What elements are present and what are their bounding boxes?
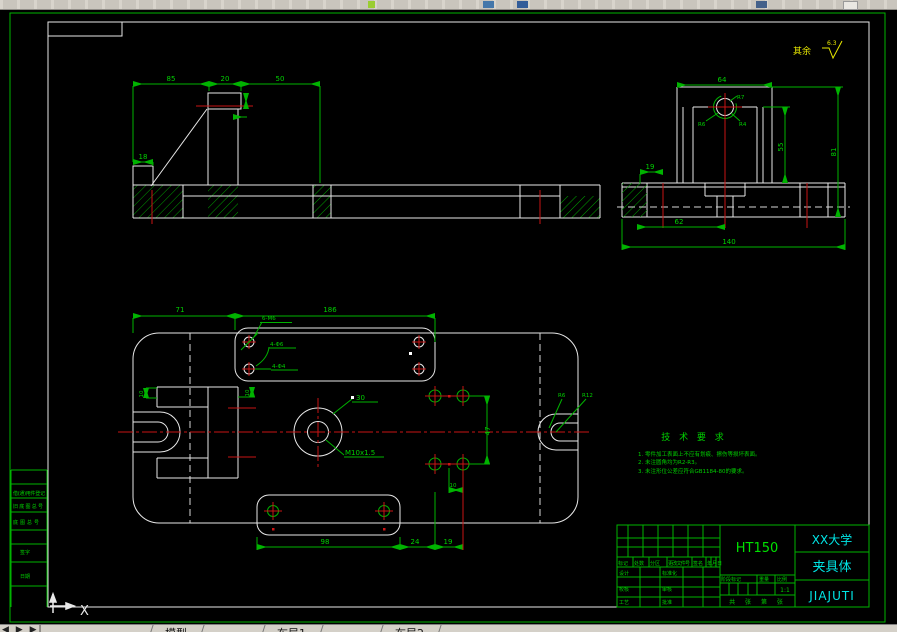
tech-req-item: 3. 未注形位公差应符合GB1184-80的要求。	[638, 467, 748, 475]
tech-requirements: 技 术 要 求 1. 零件加工表面上不应有划痕、擦伤等损坏表面。 2. 未注圆角…	[638, 431, 761, 475]
margin-row-label: 日期	[20, 574, 30, 580]
sheet-note: 共 张 第 张	[729, 598, 787, 606]
tab-layout2-label: 布局2	[395, 625, 424, 632]
role-label: 设计	[619, 570, 629, 577]
tab-layout2[interactable]: 布局2	[377, 625, 442, 632]
dim-50: 50	[276, 75, 285, 83]
tab-nav-arrows[interactable]: ◀ ▶ ▶|	[2, 625, 44, 632]
cad-window: 借(通)用件登记 旧底图总号 底图总号 签字 日期 其余 6.3 85 20 5…	[0, 0, 897, 632]
dim-10-block: 10	[245, 389, 251, 396]
margin-row-label: 借(通)用件登记	[13, 490, 45, 497]
dim-47: 47	[484, 427, 492, 436]
label-r6: R6	[558, 393, 566, 399]
label-r6: R6	[698, 122, 706, 128]
tech-req-item: 2. 未注圆角均为R2-R3。	[638, 458, 700, 466]
stage-header: 阶段标记	[721, 576, 741, 583]
surface-roughness-note: 其余 6.3	[793, 40, 843, 60]
rev-header: 标记	[618, 560, 628, 567]
tab-layout1-label: 布局1	[277, 625, 306, 632]
dim-20: 20	[221, 75, 230, 83]
label-r4: R4	[739, 122, 747, 128]
layout-tab-bar: ◀ ▶ ▶| 模型 布局1 布局2	[0, 624, 897, 632]
title-block: HT150 XX大学 夹具体 JIAJUTI 标记 处数 分区 更改文件号 签名…	[616, 524, 870, 608]
ucs-icon: X	[48, 591, 89, 619]
margin-table: 借(通)用件登记 旧底图总号 底图总号 签字 日期	[10, 469, 48, 607]
dim-18: 18	[139, 153, 148, 161]
dim-10-left: 10	[139, 390, 145, 397]
rev-header: 日	[717, 561, 722, 567]
role-label: 校核	[619, 586, 629, 593]
tech-req-item: 1. 零件加工表面上不应有划痕、擦伤等损坏表面。	[638, 450, 761, 458]
label-hole-pattern-6: 6-M6	[262, 316, 276, 322]
dim-19: 19	[444, 538, 453, 546]
dim-62: 62	[675, 218, 684, 226]
label-hole-pattern-4a: 4-Φ6	[270, 342, 284, 348]
tab-model-label: 模型	[165, 625, 187, 632]
stage-header: 比例	[777, 576, 787, 583]
role-label: 标准化	[662, 570, 677, 577]
role-label: 批准	[662, 599, 672, 606]
dim-81: 81	[830, 148, 838, 157]
dim-19: 19	[646, 163, 655, 171]
ucs-x-axis-label: X	[80, 604, 89, 619]
tab-model[interactable]: 模型	[147, 625, 205, 632]
rev-header: 分区	[650, 560, 660, 567]
dim-71: 71	[176, 306, 185, 314]
dim-140: 140	[722, 238, 735, 246]
label-thread-m10: M10x1.5	[345, 449, 375, 457]
margin-row-label: 底图总号	[13, 519, 39, 526]
rev-header: 处数	[634, 560, 644, 567]
stage-header: 重量	[759, 576, 769, 583]
margin-row-label: 旧底图总号	[13, 503, 43, 510]
label-hole-pattern-4b: 4-Φ4	[272, 364, 286, 370]
plan-view: 71 186 47 10 10 10 98 24 19 6-M6 4-Φ6 4-…	[118, 306, 593, 550]
drawing-canvas: 借(通)用件登记 旧底图总号 底图总号 签字 日期 其余 6.3 85 20 5…	[9, 12, 886, 623]
rev-header: 签名	[693, 560, 703, 567]
tab-layout1[interactable]: 布局1	[259, 625, 324, 632]
dim-85: 85	[167, 75, 176, 83]
material-label: HT150	[736, 541, 779, 556]
margin-row-label: 签字	[20, 549, 30, 556]
dim-64: 64	[718, 76, 727, 84]
surface-roughness-value: 6.3	[827, 40, 837, 47]
role-label: 审核	[662, 586, 672, 593]
dim-10-holes: 10	[450, 483, 457, 489]
role-label: 工艺	[619, 600, 629, 606]
organization-label: XX大学	[812, 532, 852, 547]
label-bore-30: 30	[356, 394, 365, 402]
dim-98: 98	[321, 538, 330, 546]
sheet-frame	[9, 12, 886, 623]
scale-value: 1:1	[780, 587, 790, 594]
dim-55: 55	[777, 143, 785, 152]
rev-header: 更改文件号	[668, 560, 690, 567]
drawing-code-label: JIAJUTI	[808, 589, 854, 603]
dim-24: 24	[411, 538, 420, 546]
tech-req-title: 技 术 要 求	[661, 431, 727, 443]
dim-186: 186	[323, 306, 337, 314]
side-view: 64 19 62 140 55 81 R7 R6 R4	[617, 76, 850, 250]
front-view: 85 20 50 18	[132, 75, 601, 224]
label-r7: R7	[737, 95, 745, 101]
part-name-label: 夹具体	[812, 560, 851, 575]
surface-note-label: 其余	[793, 45, 811, 57]
label-r12: R12	[582, 393, 593, 399]
